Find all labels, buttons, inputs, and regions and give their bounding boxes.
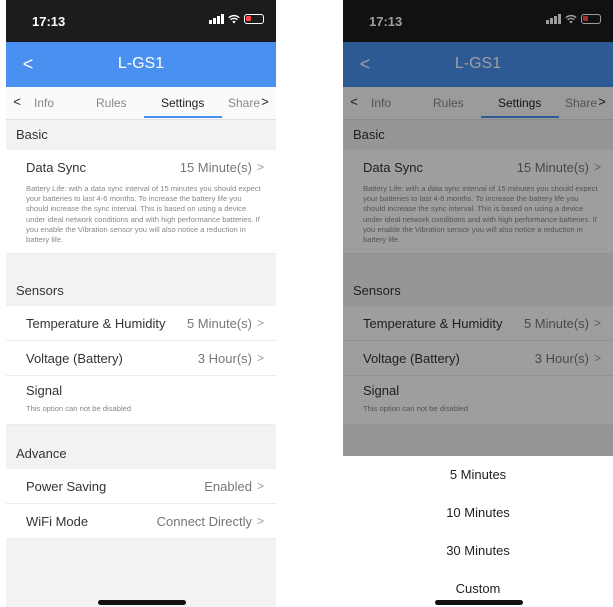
- voltage-battery-row[interactable]: Voltage (Battery) 3 Hour(s) >: [6, 341, 276, 377]
- row-label: WiFi Mode: [26, 513, 89, 529]
- signal-icon: [209, 14, 224, 24]
- nav-bar: < L-GS1: [6, 42, 276, 87]
- chevron-right-icon: >: [256, 316, 264, 331]
- row-value: Connect Directly: [156, 513, 252, 529]
- row-label: Power Saving: [26, 478, 107, 494]
- row-label: Data Sync: [26, 159, 86, 175]
- tab-active-indicator: [144, 116, 222, 118]
- row-value: 3 Hour(s): [197, 350, 252, 366]
- tab-scroll-left-button[interactable]: <: [10, 94, 24, 109]
- row-value: 15 Minute(s): [179, 159, 252, 175]
- tab-settings[interactable]: Settings: [161, 96, 204, 110]
- status-icons: [209, 14, 264, 24]
- row-label: Temperature & Humidity: [26, 315, 166, 331]
- tab-info[interactable]: Info: [34, 96, 54, 110]
- chevron-right-icon: >: [256, 160, 264, 174]
- section-header-advance: Advance: [6, 439, 276, 470]
- tab-bar: < Info Rules Settings Share >: [6, 87, 276, 120]
- tab-scroll-right-button[interactable]: >: [258, 94, 272, 109]
- row-value: Enabled: [204, 478, 252, 494]
- home-indicator: [435, 600, 523, 605]
- chevron-right-icon: >: [256, 351, 264, 366]
- chevron-right-icon: >: [256, 514, 264, 529]
- tab-rules[interactable]: Rules: [96, 96, 127, 110]
- signal-row: Signal This option can not be disabled: [6, 376, 276, 426]
- picker-option-30-minutes[interactable]: 30 Minutes: [343, 532, 613, 570]
- data-sync-description: Battery Life: with a data sync interval …: [26, 184, 261, 245]
- battery-icon: [244, 14, 264, 24]
- home-indicator: [98, 600, 186, 605]
- dim-overlay[interactable]: [343, 0, 613, 456]
- section-header-basic: Basic: [6, 120, 276, 150]
- picker-option-10-minutes[interactable]: 10 Minutes: [343, 494, 613, 532]
- status-time: 17:13: [32, 14, 66, 29]
- settings-screen: 17:13 < L-GS1 < Info Rules Settings Shar…: [6, 0, 276, 607]
- picker-option-5-minutes[interactable]: 5 Minutes: [343, 456, 613, 494]
- settings-screen-with-picker: 17:13 < L-GS1 < Info Rules Settings Shar…: [343, 0, 613, 607]
- section-header-sensors: Sensors: [6, 276, 276, 307]
- row-label: Voltage (Battery): [26, 350, 123, 366]
- signal-note: This option can not be disabled: [26, 404, 132, 414]
- interval-picker-sheet: 5 Minutes 10 Minutes 30 Minutes Custom: [343, 456, 613, 607]
- data-sync-row[interactable]: Data Sync 15 Minute(s) > Battery Life: wi…: [6, 150, 276, 255]
- wifi-icon: [228, 14, 240, 24]
- power-saving-row[interactable]: Power Saving Enabled >: [6, 469, 276, 505]
- page-title: L-GS1: [117, 55, 165, 72]
- tab-share[interactable]: Share: [228, 96, 260, 110]
- row-value: 5 Minute(s): [186, 315, 252, 331]
- status-bar: 17:13: [6, 0, 276, 42]
- row-label: Signal: [26, 382, 63, 398]
- chevron-right-icon: >: [256, 479, 264, 494]
- wifi-mode-row[interactable]: WiFi Mode Connect Directly >: [6, 504, 276, 540]
- temperature-humidity-row[interactable]: Temperature & Humidity 5 Minute(s) >: [6, 306, 276, 342]
